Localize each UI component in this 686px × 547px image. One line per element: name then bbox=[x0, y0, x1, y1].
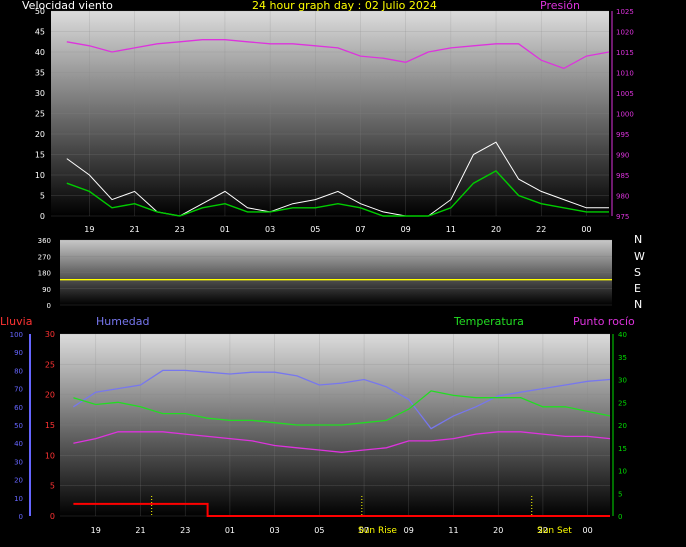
sunset-label: Sun Set bbox=[537, 526, 572, 536]
pressure-y-tick-label: 985 bbox=[616, 172, 629, 180]
temp-x-tick-label: 05 bbox=[314, 526, 324, 535]
temp-y-tick-label: 25 bbox=[618, 399, 627, 407]
temp-x-tick-label: 21 bbox=[135, 526, 145, 535]
humidity-axis-title: Humedad bbox=[96, 315, 150, 328]
temp-x-tick-label: 09 bbox=[404, 526, 414, 535]
pressure-y-tick-label: 1015 bbox=[616, 49, 634, 57]
chart-canvas: 0510152025303540455097598098599099510001… bbox=[10, 7, 634, 535]
wind-y-tick-label: 0 bbox=[40, 212, 45, 221]
temp-y-tick-label: 35 bbox=[618, 354, 627, 362]
rain-y-tick-label: 5 bbox=[50, 482, 55, 491]
rain-y-tick-label: 20 bbox=[45, 391, 55, 400]
temp-x-tick-label: 20 bbox=[493, 526, 503, 535]
pressure-axis-title: Presión bbox=[540, 0, 580, 12]
compass-n-bottom: N bbox=[634, 298, 643, 311]
temp-y-tick-label: 10 bbox=[618, 468, 627, 476]
wind-y-tick-label: 25 bbox=[35, 110, 45, 119]
wind-x-tick-label: 00 bbox=[581, 225, 591, 234]
wind-y-tick-label: 45 bbox=[35, 28, 45, 37]
compass-n-top: N bbox=[634, 233, 643, 246]
humidity-y-tick-label: 80 bbox=[14, 367, 23, 375]
humidity-y-tick-label: 0 bbox=[19, 513, 23, 521]
rain-y-tick-label: 30 bbox=[45, 330, 55, 339]
wind-y-tick-label: 15 bbox=[35, 151, 45, 160]
dewpoint-axis-title: Punto rocío bbox=[573, 315, 635, 328]
wind-x-tick-label: 23 bbox=[175, 225, 185, 234]
pressure-y-tick-label: 990 bbox=[616, 152, 629, 160]
humidity-y-tick-label: 100 bbox=[10, 331, 23, 339]
wind-y-tick-label: 35 bbox=[35, 69, 45, 78]
humidity-y-tick-label: 20 bbox=[14, 477, 23, 485]
pressure-y-tick-label: 1005 bbox=[616, 90, 634, 98]
chart-title: 24 hour graph day : 02 Julio 2024 bbox=[252, 0, 437, 12]
rain-y-tick-label: 10 bbox=[45, 451, 55, 460]
direction-y-tick-label: 0 bbox=[47, 302, 51, 310]
humidity-y-tick-label: 70 bbox=[14, 386, 23, 394]
compass-w: W bbox=[634, 250, 645, 263]
pressure-y-tick-label: 1000 bbox=[616, 111, 634, 119]
temp-x-tick-label: 19 bbox=[91, 526, 101, 535]
humidity-y-tick-label: 40 bbox=[14, 440, 23, 448]
wind-x-tick-label: 11 bbox=[446, 225, 456, 234]
humidity-y-tick-label: 90 bbox=[14, 349, 23, 357]
wind-x-tick-label: 21 bbox=[129, 225, 139, 234]
direction-y-tick-label: 180 bbox=[38, 270, 51, 278]
wind-x-tick-label: 09 bbox=[401, 225, 411, 234]
pressure-y-tick-label: 980 bbox=[616, 193, 629, 201]
temp-y-tick-label: 5 bbox=[618, 490, 622, 498]
wind-x-tick-label: 20 bbox=[491, 225, 501, 234]
sunrise-label: Sun Rise bbox=[358, 526, 397, 536]
wind-x-tick-label: 07 bbox=[355, 225, 365, 234]
temp-x-tick-label: 23 bbox=[180, 526, 190, 535]
weather-graph: 0 5 10 15 20 25 30 35 40 45 50 975 980 985 990 995 1000 1… bbox=[0, 0, 686, 543]
pressure-y-tick-label: 1020 bbox=[616, 29, 634, 37]
compass-s: S bbox=[634, 266, 641, 279]
wind-y-tick-label: 30 bbox=[35, 89, 45, 98]
wind-y-tick-label: 40 bbox=[35, 48, 45, 57]
rain-y-tick-label: 0 bbox=[50, 512, 55, 521]
temp-y-tick-label: 20 bbox=[618, 422, 627, 430]
wind-y-tick-label: 5 bbox=[40, 192, 45, 201]
temp-y-tick-label: 0 bbox=[618, 513, 622, 521]
direction-y-tick-label: 270 bbox=[38, 253, 51, 261]
wind-x-tick-label: 22 bbox=[536, 225, 546, 234]
direction-y-tick-label: 90 bbox=[42, 286, 51, 294]
temp-x-tick-label: 11 bbox=[448, 526, 458, 535]
humidity-y-tick-label: 10 bbox=[14, 495, 23, 503]
temp-y-tick-label: 30 bbox=[618, 377, 627, 385]
pressure-y-tick-label: 995 bbox=[616, 131, 629, 139]
wind-y-tick-label: 10 bbox=[35, 171, 45, 180]
pressure-y-tick-label: 1025 bbox=[616, 8, 634, 16]
pressure-y-tick-label: 1010 bbox=[616, 70, 634, 78]
direction-y-tick-label: 360 bbox=[38, 237, 51, 245]
temp-y-tick-label: 40 bbox=[618, 331, 627, 339]
wind-x-tick-label: 19 bbox=[84, 225, 94, 234]
temperature-axis-title: Temperatura bbox=[454, 315, 524, 328]
temp-x-tick-label: 00 bbox=[583, 526, 593, 535]
temp-y-tick-label: 15 bbox=[618, 445, 627, 453]
humidity-y-tick-label: 60 bbox=[14, 404, 23, 412]
rain-y-tick-label: 25 bbox=[45, 360, 55, 369]
wind-x-tick-label: 05 bbox=[310, 225, 320, 234]
temp-x-tick-label: 03 bbox=[270, 526, 280, 535]
humidity-y-tick-label: 50 bbox=[14, 422, 23, 430]
rain-axis-title: Lluvia bbox=[0, 315, 33, 328]
wind-x-tick-label: 01 bbox=[220, 225, 230, 234]
compass-e: E bbox=[634, 282, 641, 295]
wind-y-tick-label: 20 bbox=[35, 130, 45, 139]
wind-x-tick-label: 03 bbox=[265, 225, 275, 234]
temp-x-tick-label: 01 bbox=[225, 526, 235, 535]
pressure-y-tick-label: 975 bbox=[616, 213, 629, 221]
rain-y-tick-label: 15 bbox=[45, 421, 55, 430]
humidity-y-tick-label: 30 bbox=[14, 458, 23, 466]
wind-axis-title: Velocidad viento bbox=[22, 0, 113, 12]
